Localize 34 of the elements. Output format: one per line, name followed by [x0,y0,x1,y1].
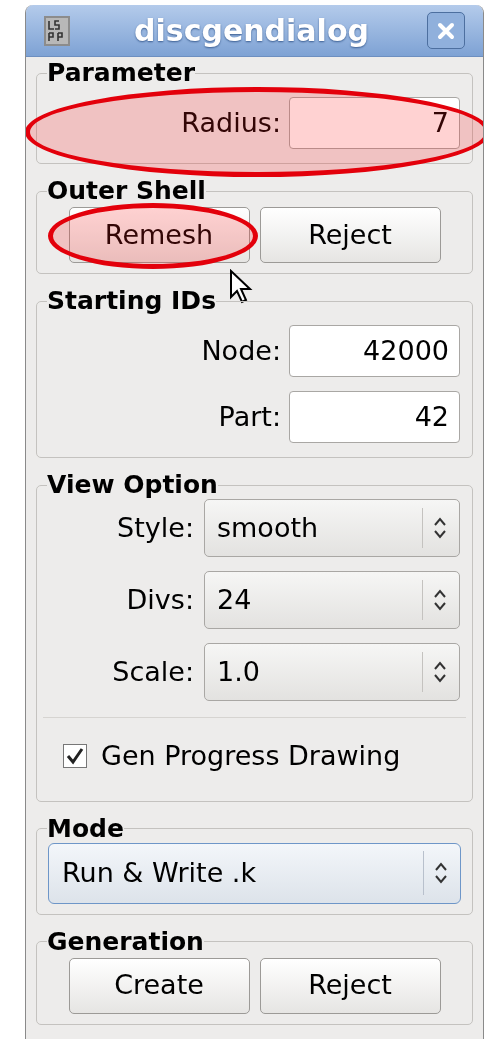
dropdown[interactable]: 24 [204,571,460,629]
field-label: Scale: [112,654,194,689]
up-down-arrows-icon [433,516,447,540]
group-title: Starting IDs [47,287,216,315]
button[interactable]: Reject [259,957,441,1014]
input-field[interactable]: 42 [289,391,460,443]
field-label: Divs: [126,582,194,617]
up-down-arrows-icon [434,861,448,885]
group-title: Parameter [47,59,195,87]
group-title: Mode [47,814,124,843]
close-button[interactable] [427,12,465,49]
button[interactable]: Create [68,957,250,1014]
window-title: discgendialog [133,12,370,50]
field-label: Part: [218,399,281,434]
input-field[interactable]: 42000 [289,325,460,377]
input-field[interactable]: 7 [289,97,460,149]
field-label: Radius: [181,105,281,140]
up-down-arrows-icon [433,588,447,612]
button[interactable]: Remesh [68,207,250,263]
cursor-icon [229,269,253,305]
button[interactable]: Reject [259,207,441,263]
field-label: Style: [117,510,194,545]
close-icon [437,21,455,40]
group-title: Generation [47,927,204,956]
up-down-arrows-icon [433,660,447,684]
checkbox-label: Gen Progress Drawing [101,739,401,773]
app-icon [44,15,70,46]
checkbox[interactable] [63,744,87,769]
field-label: Node: [201,333,281,368]
dropdown[interactable]: Run & Write .k [48,842,461,904]
group-title: Outer Shell [47,177,206,205]
dropdown[interactable]: 1.0 [204,643,460,701]
group-title: View Option [47,471,218,499]
dropdown[interactable]: smooth [204,499,460,557]
